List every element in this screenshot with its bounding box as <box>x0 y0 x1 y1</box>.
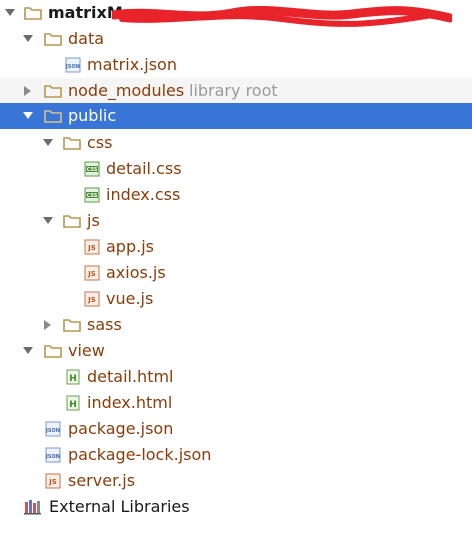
tree-label-package-json: package.json <box>68 419 174 438</box>
chevron-down-icon[interactable] <box>42 137 54 149</box>
tree-label-package-lock-json: package-lock.json <box>68 445 212 464</box>
chevron-down-icon[interactable] <box>22 33 34 45</box>
folder-icon <box>44 343 62 359</box>
tree-row-js[interactable]: js <box>0 208 472 234</box>
json-file-icon: JSON <box>44 447 62 463</box>
tree-row-vue-js[interactable]: JS vue.js <box>0 286 472 312</box>
tree-label-axios-js: axios.js <box>106 263 166 282</box>
tree-label-detail-css: detail.css <box>106 159 182 178</box>
chevron-down-icon[interactable] <box>42 215 54 227</box>
chevron-right-icon[interactable] <box>22 85 34 97</box>
js-file-icon: JS <box>83 291 101 307</box>
tree-row-app-js[interactable]: JS app.js <box>0 234 472 260</box>
tree-row-matrix-json[interactable]: JSON matrix.json <box>0 52 472 78</box>
tree-label-sass: sass <box>87 315 122 334</box>
tree-label-data: data <box>68 29 105 48</box>
tree-label-server-js: server.js <box>68 471 136 490</box>
chevron-right-icon[interactable] <box>42 319 54 331</box>
project-tree: matrixMe data JSON matrix.json node_modu… <box>0 0 472 551</box>
tree-row-index-css[interactable]: CSS index.css <box>0 182 472 208</box>
tree-row-css[interactable]: css <box>0 130 472 156</box>
tree-row-root[interactable]: matrixMe <box>0 0 472 27</box>
svg-text:CSS: CSS <box>87 167 98 173</box>
css-file-icon: CSS <box>83 187 101 203</box>
tree-row-detail-html[interactable]: H detail.html <box>0 364 472 390</box>
tree-row-sass[interactable]: sass <box>0 312 472 338</box>
json-file-icon: JSON <box>44 421 62 437</box>
css-file-icon: CSS <box>83 161 101 177</box>
tree-row-package-lock-json[interactable]: JSON package-lock.json <box>0 442 472 468</box>
tree-label-vue-js: vue.js <box>106 289 154 308</box>
tree-row-external-libraries[interactable]: External Libraries <box>0 494 472 520</box>
chevron-down-icon[interactable] <box>4 7 16 19</box>
tree-row-public[interactable]: public <box>0 103 472 129</box>
chevron-down-icon[interactable] <box>22 110 34 122</box>
svg-text:JSON: JSON <box>65 64 80 70</box>
js-file-icon: JS <box>83 239 101 255</box>
folder-icon <box>44 83 62 99</box>
tree-label-css: css <box>87 133 113 152</box>
chevron-down-icon[interactable] <box>22 345 34 357</box>
tree-row-node-modules[interactable]: node_modules library root <box>0 78 472 104</box>
tree-label-matrix-json: matrix.json <box>87 55 177 74</box>
folder-icon <box>44 108 62 124</box>
tree-label-js: js <box>87 211 100 230</box>
svg-text:JS: JS <box>87 270 96 278</box>
tree-row-index-html[interactable]: H index.html <box>0 390 472 416</box>
svg-text:H: H <box>69 374 77 384</box>
html-file-icon: H <box>64 395 82 411</box>
tree-label-view: view <box>68 341 105 360</box>
tree-label-detail-html: detail.html <box>87 367 174 386</box>
tree-row-axios-js[interactable]: JS axios.js <box>0 260 472 286</box>
folder-icon <box>63 317 81 333</box>
svg-text:JS: JS <box>87 296 96 304</box>
svg-text:JSON: JSON <box>45 454 60 460</box>
tree-label-index-css: index.css <box>106 185 181 204</box>
html-file-icon: H <box>64 369 82 385</box>
tree-row-server-js[interactable]: JS server.js <box>0 468 472 494</box>
svg-text:H: H <box>69 400 77 410</box>
tree-label-external-libraries: External Libraries <box>49 497 190 516</box>
library-root-hint: library root <box>189 81 278 100</box>
tree-row-data[interactable]: data <box>0 26 472 52</box>
svg-text:JS: JS <box>48 478 57 486</box>
svg-text:JS: JS <box>87 244 96 252</box>
folder-icon <box>63 213 81 229</box>
json-file-icon: JSON <box>64 57 82 73</box>
external-libraries-icon <box>24 499 42 515</box>
tree-label-node-modules: node_modules <box>68 81 185 100</box>
folder-icon <box>24 5 42 21</box>
tree-row-view[interactable]: view <box>0 338 472 364</box>
tree-row-detail-css[interactable]: CSS detail.css <box>0 156 472 182</box>
tree-label-index-html: index.html <box>87 393 173 412</box>
redaction-scribble <box>112 5 452 27</box>
tree-label-app-js: app.js <box>106 237 154 256</box>
tree-label-public: public <box>68 106 117 125</box>
tree-row-package-json[interactable]: JSON package.json <box>0 416 472 442</box>
svg-text:JSON: JSON <box>45 428 60 434</box>
js-file-icon: JS <box>44 473 62 489</box>
folder-icon <box>63 135 81 151</box>
js-file-icon: JS <box>83 265 101 281</box>
folder-icon <box>44 31 62 47</box>
svg-text:CSS: CSS <box>87 193 98 199</box>
